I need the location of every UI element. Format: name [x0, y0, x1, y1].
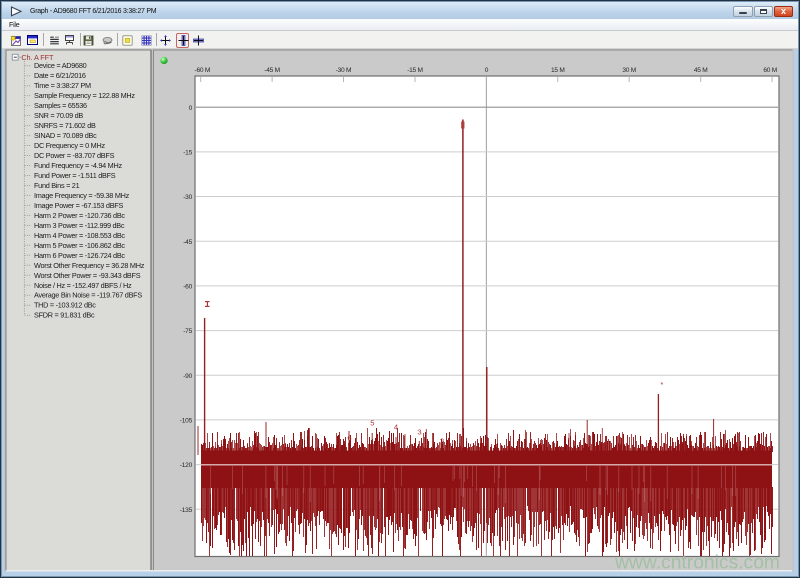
svg-text:Sample Frequency = 122.88 MHz: Sample Frequency = 122.88 MHz: [34, 91, 135, 100]
svg-text:Fund Power = -1.511 dBFS: Fund Power = -1.511 dBFS: [34, 171, 116, 180]
svg-text:Harm 6 Power = -126.724 dBc: Harm 6 Power = -126.724 dBc: [34, 251, 125, 260]
svg-text:0: 0: [189, 105, 193, 112]
svg-text:Fund Bins = 21: Fund Bins = 21: [34, 181, 80, 190]
svg-text:-45 M: -45 M: [264, 67, 280, 74]
svg-text:-105: -105: [180, 418, 193, 425]
svg-text:*: *: [660, 380, 663, 389]
svg-text:Date = 6/21/2016: Date = 6/21/2016: [34, 71, 86, 80]
svg-text:60 M: 60 M: [763, 67, 777, 74]
svg-text:Noise / Hz = -152.497 dBFS / H: Noise / Hz = -152.497 dBFS / Hz: [34, 281, 132, 290]
svg-text:Time = 3:38:27 PM: Time = 3:38:27 PM: [34, 81, 91, 90]
svg-text:SINAD = 70.089 dBc: SINAD = 70.089 dBc: [34, 131, 97, 140]
svg-text:2: 2: [440, 437, 444, 446]
svg-text:-45: -45: [183, 239, 192, 246]
svg-text:4: 4: [394, 423, 398, 432]
svg-text:-90: -90: [183, 373, 192, 380]
svg-text:Fund Frequency = -4.94 MHz: Fund Frequency = -4.94 MHz: [34, 161, 122, 170]
svg-text:-75: -75: [183, 328, 192, 335]
svg-text:-15 M: -15 M: [407, 67, 423, 74]
svg-text:-30: -30: [183, 194, 192, 201]
svg-text:-60: -60: [183, 284, 192, 291]
svg-text:Samples = 65536: Samples = 65536: [34, 101, 87, 110]
svg-text:Harm 3 Power = -112.999 dBc: Harm 3 Power = -112.999 dBc: [34, 221, 125, 230]
svg-text:Device = AD9680: Device = AD9680: [34, 61, 87, 70]
svg-text:Harm 2 Power = -120.736 dBc: Harm 2 Power = -120.736 dBc: [34, 211, 125, 220]
svg-text:SFDR = 91.831 dBc: SFDR = 91.831 dBc: [34, 311, 95, 320]
svg-text:THD = -103.912 dBc: THD = -103.912 dBc: [34, 301, 96, 310]
svg-text:45 M: 45 M: [694, 67, 708, 74]
svg-text:15 M: 15 M: [551, 67, 565, 74]
svg-text:Image Power = -67.153 dBFS: Image Power = -67.153 dBFS: [34, 201, 123, 210]
svg-text:Image Frequency = -59.38 MHz: Image Frequency = -59.38 MHz: [34, 191, 130, 200]
svg-text:SNR = 70.09 dB: SNR = 70.09 dB: [34, 111, 83, 120]
svg-text:3: 3: [417, 428, 421, 437]
svg-text:0: 0: [485, 67, 489, 74]
svg-text:www.cntronics.com: www.cntronics.com: [614, 553, 780, 574]
svg-text:-120: -120: [180, 462, 193, 469]
svg-text:Worst Other Power = -93.343 dB: Worst Other Power = -93.343 dBFS: [34, 271, 141, 280]
svg-text:30 M: 30 M: [622, 67, 636, 74]
svg-text:Harm 5 Power = -106.862 dBc: Harm 5 Power = -106.862 dBc: [34, 241, 125, 250]
svg-text:Harm 4 Power = -108.553 dBc: Harm 4 Power = -108.553 dBc: [34, 231, 125, 240]
svg-text:-15: -15: [183, 150, 192, 157]
svg-text:Worst Other Frequency = 36.28: Worst Other Frequency = 36.28 MHz: [34, 261, 145, 270]
svg-text:Ch. A FFT: Ch. A FFT: [21, 53, 54, 62]
svg-text:6: 6: [347, 434, 351, 443]
svg-text:-60 M: -60 M: [195, 67, 211, 74]
svg-text:-135: -135: [180, 507, 193, 514]
svg-text:SNRFS = 71.602 dB: SNRFS = 71.602 dB: [34, 121, 96, 130]
svg-text:-30 M: -30 M: [336, 67, 352, 74]
svg-text:5: 5: [370, 419, 374, 428]
svg-text:DC Frequency = 0 MHz: DC Frequency = 0 MHz: [34, 141, 105, 150]
svg-text:DC Power = -83.707 dBFS: DC Power = -83.707 dBFS: [34, 151, 115, 160]
svg-text:Average Bin Noise = -119.767 d: Average Bin Noise = -119.767 dBFS: [34, 291, 142, 300]
